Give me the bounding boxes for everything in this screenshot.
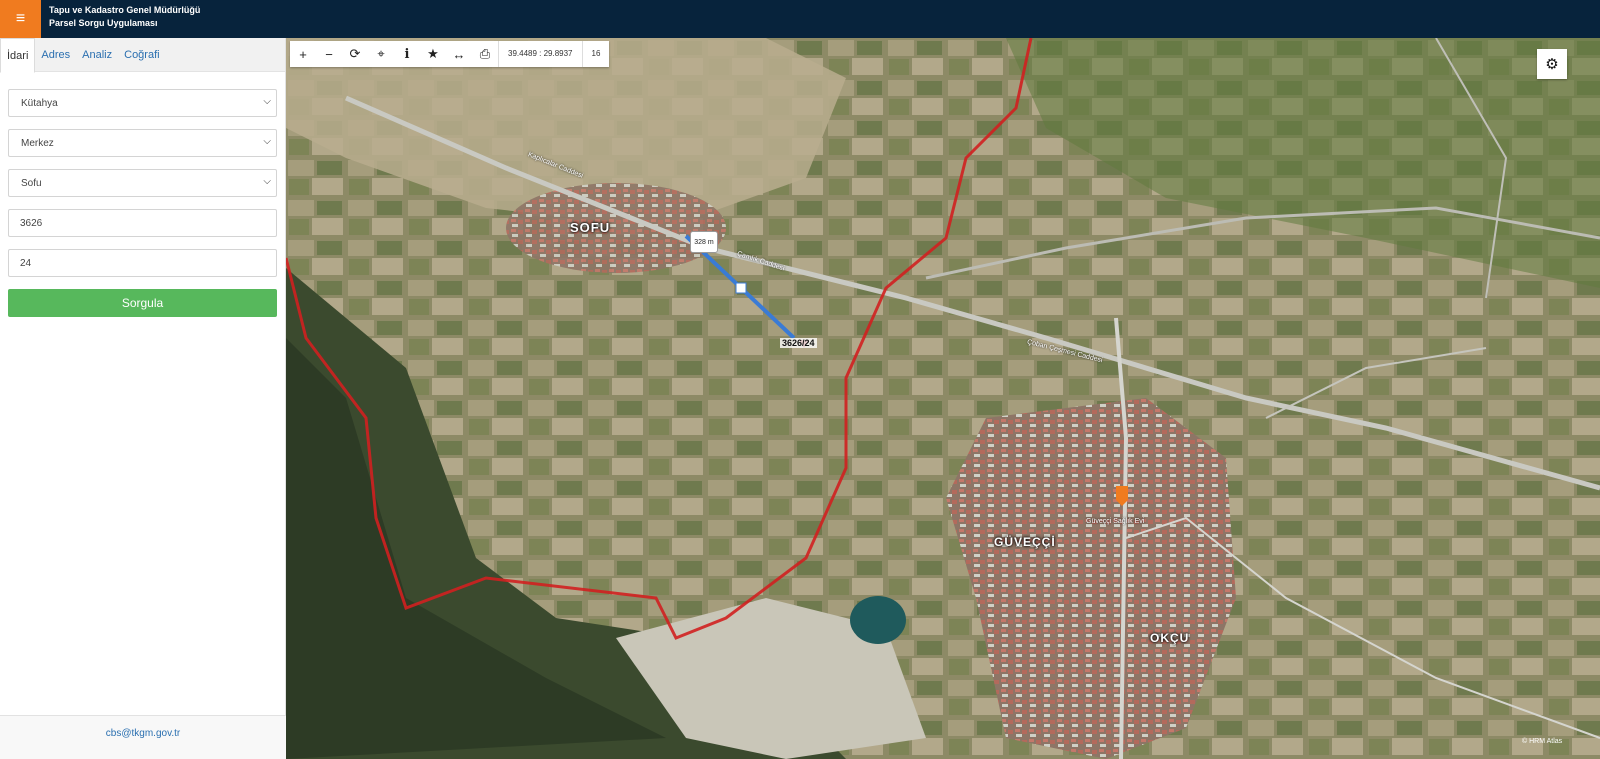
ada-input[interactable]: 3626: [8, 209, 277, 237]
info-button[interactable]: i: [394, 41, 420, 67]
parsel-input[interactable]: 24: [8, 249, 277, 277]
map-label-sofu: SOFU: [570, 220, 611, 235]
print-button[interactable]: ⎙: [472, 41, 498, 67]
plus-icon: +: [299, 46, 307, 62]
star-icon: ★: [427, 46, 439, 61]
map-attribution: © HRM Atlas: [1522, 738, 1563, 745]
mahalle-select[interactable]: Sofu ⌵: [8, 169, 277, 197]
map-label-guvecci: GÜVEÇÇİ: [994, 535, 1056, 549]
hamburger-icon: ≡: [15, 10, 26, 27]
il-select[interactable]: Kütahya ⌵: [8, 89, 277, 117]
chevron-down-icon: ⌵: [263, 96, 271, 107]
contact-email-link[interactable]: cbs@tkgm.gov.tr: [0, 728, 286, 739]
sidebar-panel: İdari Adres Analiz Coğrafi Kütahya ⌵ Mer…: [0, 38, 286, 759]
tab-cografi[interactable]: Coğrafi: [118, 38, 165, 71]
app-title-line2: Parsel Sorgu Uygulaması: [49, 18, 158, 28]
gear-icon: ⚙: [1545, 56, 1559, 73]
top-bar: ≡ Tapu ve Kadastro Genel Müdürlüğü Parse…: [0, 0, 1600, 38]
street-label: Güveççi Sağlık Evi: [1086, 518, 1145, 525]
info-icon: i: [404, 46, 410, 62]
chevron-down-icon: ⌵: [263, 176, 271, 187]
sidebar-tabs: İdari Adres Analiz Coğrafi: [0, 38, 285, 73]
zoom-level-readout: 16: [581, 41, 610, 67]
refresh-icon: ⟳: [349, 46, 361, 61]
map-view[interactable]: SOFU GÜVEÇÇİ OKÇU Kaplıcalar Caddesi Çam…: [286, 38, 1600, 759]
parsel-input-value: 24: [20, 257, 32, 269]
hamburger-menu-button[interactable]: ≡: [0, 0, 41, 38]
tab-analiz[interactable]: Analiz: [76, 38, 118, 71]
ilce-select-value: Merkez: [21, 137, 54, 149]
settings-button[interactable]: ⚙: [1537, 49, 1567, 79]
favorite-button[interactable]: ★: [420, 41, 446, 67]
zoom-in-button[interactable]: +: [290, 41, 316, 67]
locate-button[interactable]: ⌖: [368, 41, 394, 67]
arrows-horizontal-icon: ↔: [452, 46, 466, 62]
distance-tooltip: 328 m: [690, 231, 718, 253]
map-label-okcu: OKÇU: [1150, 631, 1190, 645]
ada-input-value: 3626: [20, 217, 43, 229]
zoom-out-button[interactable]: −: [316, 41, 342, 67]
minus-icon: −: [325, 46, 333, 62]
sorgula-button[interactable]: Sorgula: [8, 289, 277, 317]
chevron-down-icon: ⌵: [263, 136, 271, 147]
il-select-value: Kütahya: [21, 97, 58, 109]
app-title-line1: Tapu ve Kadastro Genel Müdürlüğü: [49, 5, 201, 15]
sidebar-footer: cbs@tkgm.gov.tr: [0, 715, 286, 759]
app-title: Tapu ve Kadastro Genel Müdürlüğü Parsel …: [49, 4, 200, 30]
measure-button[interactable]: ↔: [446, 41, 472, 67]
coordinate-readout: 39.4489 : 29.8937: [498, 41, 582, 67]
print-icon: ⎙: [479, 46, 491, 61]
refresh-button[interactable]: ⟳: [342, 41, 368, 67]
parcel-label: 3626/24: [780, 338, 817, 348]
tab-adres[interactable]: Adres: [35, 38, 76, 71]
map-toolbar: + − ⟳ ⌖ i ★ ↔ ⎙ 39.4489 : 29.8937 16: [290, 41, 610, 67]
satellite-imagery: [286, 38, 1600, 759]
tab-idari[interactable]: İdari: [0, 38, 36, 73]
mahalle-select-value: Sofu: [21, 177, 42, 189]
crosshair-icon: ⌖: [377, 46, 385, 61]
ilce-select[interactable]: Merkez ⌵: [8, 129, 277, 157]
